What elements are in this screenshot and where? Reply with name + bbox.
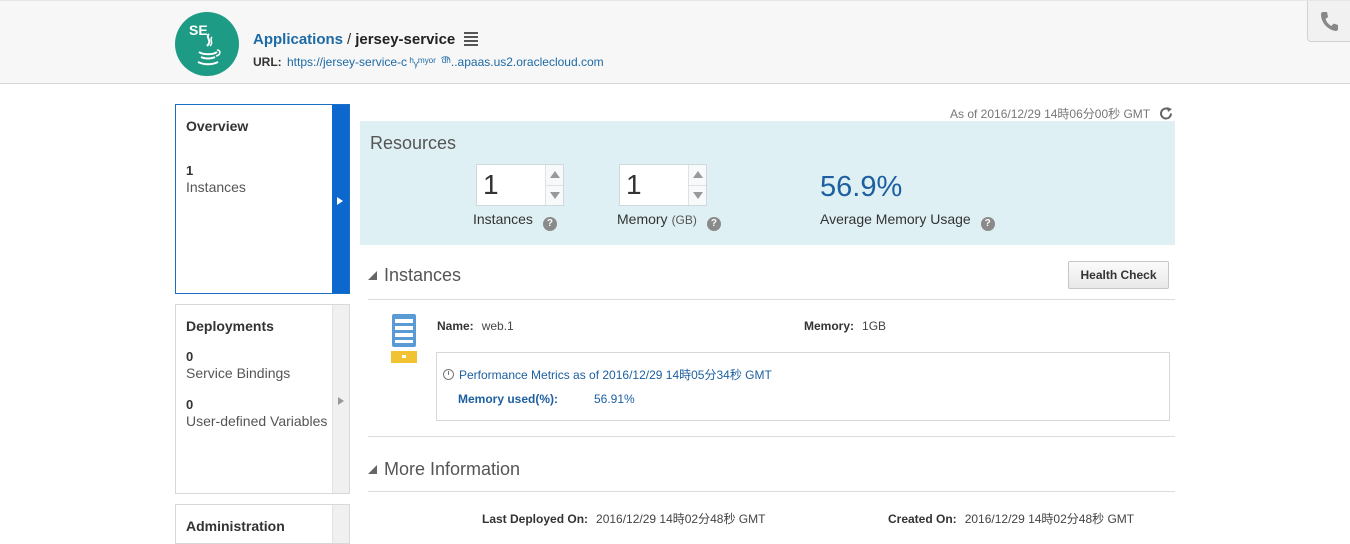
memory-used-label: Memory used(%): [458,392,559,406]
help-icon[interactable]: ? [542,217,557,231]
deployments-title: Deployments [186,318,274,334]
administration-title: Administration [186,518,285,534]
chevron-right-icon [337,197,343,205]
instances-section-header[interactable]: Instances [368,265,461,286]
deployments-card[interactable]: Deployments 0 Service Bindings 0 User-de… [175,304,350,494]
as-of-timestamp: As of 2016/12/29 14時06分00秒 GMT [950,107,1151,121]
server-icon [391,314,417,363]
administration-card[interactable]: Administration [175,504,350,544]
breadcrumb-separator: / [347,31,352,48]
user-variables-label: User-defined Variables [186,413,328,429]
clock-icon [443,369,454,380]
chevron-right-icon [338,397,344,405]
instance-name-row: Name: web.1 [437,319,514,333]
collapse-icon[interactable] [368,271,377,280]
created-row: Created On: 2016/12/29 14時02分48秒 GMT [888,510,1134,527]
memory-stepper[interactable]: 1 [619,164,707,206]
performance-metrics-title[interactable]: Performance Metrics as of 2016/12/29 14時… [443,366,772,383]
instance-memory-label: Memory: [804,319,855,333]
help-icon[interactable]: ? [980,217,995,231]
contact-button[interactable] [1307,1,1350,42]
increment-icon[interactable] [693,171,703,178]
overview-instances-count: 1 [186,163,194,178]
instances-stepper-buttons [545,165,563,205]
average-memory-usage-value: 56.9% [820,171,903,203]
instances-section-title: Instances [384,265,462,285]
service-name: jersey-service [355,31,456,48]
overview-instances-label: Instances [186,179,246,195]
help-icon[interactable]: ? [706,217,721,231]
memory-used-value: 56.91% [594,392,635,406]
memory-value: 1 [626,169,642,200]
health-check-button[interactable]: Health Check [1068,261,1169,289]
service-url-link[interactable]: https://jersey-service-c ʰᵧᵐʸᵒʳ ͡ᵈʰ..apa… [287,55,604,69]
instance-memory-row: Memory: 1GB [804,319,886,333]
instance-memory-value: 1GB [862,319,887,333]
phone-icon [1321,12,1338,31]
increment-icon[interactable] [550,171,560,178]
instances-stepper[interactable]: 1 [476,164,564,206]
instances-label-group: Instances? [473,211,557,231]
overview-title: Overview [186,118,249,134]
instance-name-value: web.1 [481,319,514,333]
performance-metrics-label: Performance Metrics as of 2016/12/29 14時… [459,368,772,382]
created-value: 2016/12/29 14時02分48秒 GMT [964,512,1135,526]
divider [368,299,1175,300]
service-bindings-count: 0 [186,349,194,364]
refresh-icon[interactable] [1158,106,1174,121]
service-bindings-label: Service Bindings [186,365,291,381]
divider [368,436,1175,437]
deployments-expand-tab[interactable] [332,305,349,493]
user-variables-count: 0 [186,397,194,412]
average-memory-usage-label: Average Memory Usage [820,211,971,227]
collapse-icon[interactable] [368,465,377,474]
decrement-icon[interactable] [693,192,703,199]
resources-panel: Resources 1 Instances? 1 Memory (GB)? 56.… [360,121,1175,245]
url-label: URL: [253,55,282,69]
app-avatar: SE [175,12,239,76]
memory-stepper-buttons [688,165,706,205]
administration-expand-tab[interactable] [332,505,349,543]
memory-unit: (GB) [671,213,697,227]
last-deployed-label: Last Deployed On: [482,512,589,526]
overview-card[interactable]: Overview 1 Instances [175,104,350,294]
more-info-section-title: More Information [384,459,521,479]
more-info-section-header[interactable]: More Information [368,459,520,480]
instances-value: 1 [483,169,499,200]
java-icon [197,33,221,66]
breadcrumb: Applications / jersey-service [253,31,455,48]
created-label: Created On: [888,512,957,526]
menu-icon[interactable] [464,32,478,47]
divider [368,491,1175,492]
instance-name-label: Name: [437,319,474,333]
last-deployed-row: Last Deployed On: 2016/12/29 14時02分48秒 GM… [482,510,765,527]
last-deployed-value: 2016/12/29 14時02分48秒 GMT [596,512,766,526]
resources-title: Resources [370,133,457,153]
memory-label: Memory [617,211,668,227]
performance-metrics-box: Performance Metrics as of 2016/12/29 14時… [436,352,1170,421]
memory-label-group: Memory (GB)? [617,211,721,231]
decrement-icon[interactable] [550,192,560,199]
breadcrumb-applications-link[interactable]: Applications [253,31,343,48]
instances-label: Instances [473,211,533,227]
average-memory-label-group: Average Memory Usage? [820,211,995,231]
overview-expand-tab[interactable] [332,105,349,293]
app-header: SE Applications / jersey-service URL: http… [0,0,1350,84]
